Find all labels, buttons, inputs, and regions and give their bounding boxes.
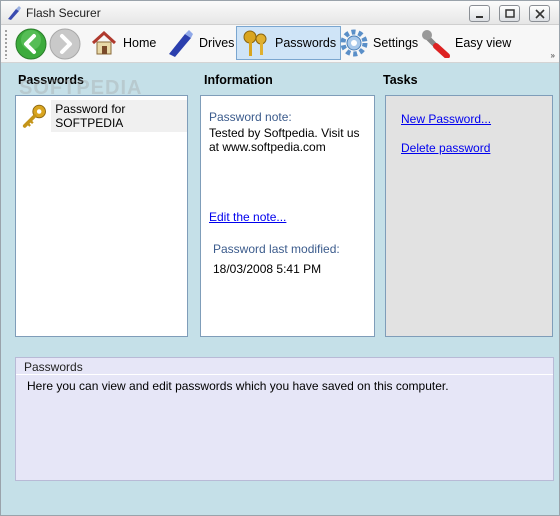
information-section-header: Information [204,73,273,87]
keys-icon [243,30,267,56]
app-window: Flash Securer Home Drives Passwords Sett… [0,0,560,516]
maximize-button[interactable] [499,5,520,22]
toolbar-easy-view-label: Easy view [455,36,512,50]
close-icon [535,9,545,19]
toolbar-grip[interactable] [4,29,8,59]
maximize-icon [505,9,515,18]
wrench-icon [422,30,450,58]
minimize-button[interactable] [469,5,490,22]
tasks-panel: New Password... Delete password [385,95,553,337]
home-icon [91,30,117,55]
toolbar-home[interactable]: Home [85,26,160,60]
title-bar[interactable]: Flash Securer [1,1,559,25]
last-modified-label: Password last modified: [213,242,340,256]
toolbar-drives-label: Drives [199,36,235,50]
minimize-icon [476,16,483,18]
password-item-label: Password for SOFTPEDIA [51,100,187,132]
back-button[interactable] [15,28,47,60]
delete-password-link[interactable]: Delete password [401,141,490,155]
toolbar-passwords-label: Passwords [275,36,337,50]
password-note-text: Tested by Softpedia. Visit us at www.sof… [209,126,360,154]
toolbar-overflow-button[interactable]: » [551,51,555,60]
toolbar-settings[interactable]: Settings [335,26,422,60]
toolbar-passwords[interactable]: Passwords [236,26,342,60]
password-list-item[interactable]: Password for SOFTPEDIA [22,100,187,132]
edit-note-link[interactable]: Edit the note... [209,210,286,224]
window-title: Flash Securer [26,6,101,20]
description-box: Passwords Here you can view and edit pas… [15,357,554,481]
toolbar-easy-view[interactable]: Easy view [417,26,515,60]
last-modified-value: 18/03/2008 5:41 PM [213,262,322,276]
description-divider [16,374,553,375]
tasks-section-header: Tasks [383,73,418,87]
drive-icon [169,30,193,57]
description-title: Passwords [24,360,83,374]
description-text: Here you can view and edit passwords whi… [27,379,449,393]
passwords-list[interactable]: Password for SOFTPEDIA [15,95,188,337]
password-note-label: Password note: [209,110,292,124]
toolbar-drives[interactable]: Drives [161,26,238,60]
toolbar-home-label: Home [123,36,157,50]
close-button[interactable] [529,5,550,22]
new-password-link[interactable]: New Password... [401,112,491,126]
forward-button[interactable] [49,28,81,60]
app-icon [8,6,21,20]
toolbar: Home Drives Passwords Settings Easy view… [1,25,559,63]
information-panel: Password note: Tested by Softpedia. Visi… [200,95,375,337]
key-icon [22,104,46,128]
gear-icon [340,29,368,57]
passwords-section-header: Passwords [18,73,85,87]
toolbar-settings-label: Settings [373,36,419,50]
